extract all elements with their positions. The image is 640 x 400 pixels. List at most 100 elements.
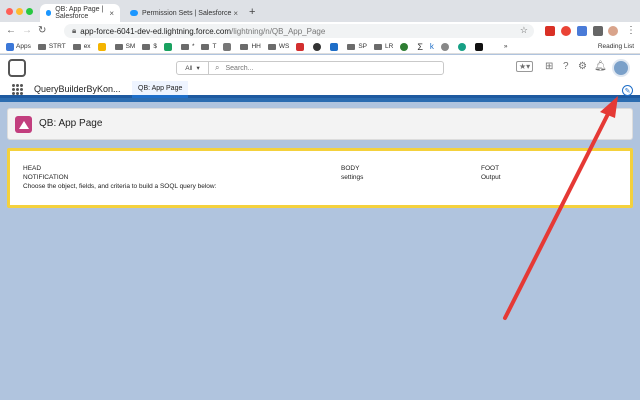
- bookmarks-bar: Apps STRT ex SM $ * T HH WS SP LR Σ k »: [0, 40, 640, 54]
- bookmark-green[interactable]: [400, 42, 410, 51]
- favorites-star-icon[interactable]: ★▾: [516, 61, 534, 72]
- close-tab-icon[interactable]: ×: [233, 9, 238, 18]
- folder-icon: [72, 43, 81, 50]
- reading-list-button[interactable]: Reading List: [598, 43, 634, 50]
- tab-title: Permission Sets | Salesforce: [142, 9, 232, 17]
- back-arrow-icon[interactable]: ←: [6, 25, 16, 36]
- triangle-icon: [18, 120, 29, 129]
- add-icon[interactable]: ⊞: [545, 61, 553, 72]
- bookmark-favicon: [457, 42, 466, 51]
- gmail-extension-icon[interactable]: [545, 26, 555, 36]
- bookmark-circle[interactable]: [313, 42, 323, 51]
- org-logo-icon[interactable]: [8, 59, 26, 77]
- bookmark-gray[interactable]: [440, 42, 451, 51]
- bookmark-ws[interactable]: WS: [267, 43, 289, 50]
- translate-extension-icon[interactable]: [577, 26, 587, 36]
- bookmark-blue[interactable]: [330, 42, 340, 51]
- extensions-puzzle-icon[interactable]: [593, 26, 603, 36]
- brand-band: [0, 98, 640, 102]
- bookmark-favicon: [296, 42, 305, 51]
- browser-tab-strip: QB: App Page | Salesforce × Permission S…: [0, 0, 640, 22]
- annotation-arrow-shaft: [503, 108, 612, 320]
- settings-label: settings: [341, 174, 364, 181]
- bookmark-red[interactable]: [296, 42, 306, 51]
- search-scope-dropdown[interactable]: All ▾: [177, 62, 209, 74]
- query-builder-card: HEAD NOTIFICATION Choose the object, fie…: [7, 148, 633, 208]
- bookmark-favicon: [97, 42, 106, 51]
- user-avatar[interactable]: [612, 59, 630, 77]
- address-bar-row: ← → ↻ 🔒︎ app-force-6041-dev-ed.lightning…: [0, 22, 640, 40]
- close-tab-icon[interactable]: ×: [109, 9, 114, 18]
- bookmark-favicon: [330, 42, 339, 51]
- notifications-bell-icon[interactable]: 🔔︎: [594, 61, 607, 72]
- help-icon[interactable]: ?: [563, 61, 569, 72]
- minimize-window-button[interactable]: [16, 8, 23, 15]
- page-title: QB: App Page: [39, 118, 103, 129]
- bookmark-yellow[interactable]: [97, 42, 108, 51]
- bookmark-favicon: [440, 42, 449, 51]
- gear-icon[interactable]: ⚙: [578, 61, 587, 72]
- salesforce-global-header: All▾ ⌕ ★▾ ⊞ ? ⚙ 🔔︎: [0, 55, 640, 81]
- url-bar[interactable]: 🔒︎ app-force-6041-dev-ed.lightning.force…: [64, 24, 534, 38]
- bookmark-favicon: [163, 42, 172, 51]
- chevron-down-icon: ▾: [196, 65, 200, 72]
- bookmark-apps[interactable]: Apps: [6, 42, 31, 51]
- folder-icon: [114, 43, 123, 50]
- head-label: HEAD: [23, 165, 42, 172]
- bookmark-lr[interactable]: LR: [374, 43, 393, 50]
- folder-icon: [201, 43, 210, 50]
- bookmark-favicon: [474, 42, 483, 51]
- bookmark-ex[interactable]: ex: [72, 43, 91, 50]
- foot-column: FOOT Output: [481, 164, 501, 182]
- bookmark-strt[interactable]: STRT: [37, 43, 66, 50]
- folder-icon: [347, 43, 356, 50]
- tab-qb-app-page[interactable]: QB: App Page: [132, 81, 189, 98]
- bookmark-favicon: [313, 42, 322, 51]
- foot-label: FOOT: [481, 165, 500, 172]
- bookmarks-overflow[interactable]: »: [504, 43, 508, 50]
- bookmark-star[interactable]: *: [180, 43, 194, 50]
- salesforce-cloud-icon: [46, 10, 52, 16]
- instruction-text: Choose the object, fields, and criteria …: [23, 183, 217, 190]
- new-tab-button[interactable]: +: [249, 6, 255, 18]
- maximize-window-button[interactable]: [26, 8, 33, 15]
- folder-icon: [142, 43, 151, 50]
- edit-page-pencil-icon[interactable]: ✎: [622, 85, 633, 96]
- folder-icon: [180, 43, 189, 50]
- abp-extension-icon[interactable]: [561, 26, 571, 36]
- apps-grid-icon: [6, 42, 14, 51]
- folder-icon: [267, 43, 276, 50]
- bookmark-sm[interactable]: SM: [114, 43, 135, 50]
- bookmark-teal[interactable]: [457, 42, 468, 51]
- bookmark-favicon: [223, 42, 232, 51]
- forward-arrow-icon[interactable]: →: [22, 25, 32, 36]
- profile-avatar-icon[interactable]: [608, 26, 618, 36]
- folder-icon: [374, 43, 382, 50]
- lock-icon: 🔒︎: [72, 26, 77, 35]
- bookmark-sigma[interactable]: Σ: [417, 42, 423, 52]
- bookmark-sp[interactable]: SP: [347, 43, 367, 50]
- bookmark-t[interactable]: T: [201, 43, 216, 50]
- folder-icon: [240, 43, 249, 50]
- bookmark-favicon: [400, 42, 409, 51]
- app-launcher-icon[interactable]: [12, 84, 23, 95]
- tab-title: QB: App Page | Salesforce: [55, 6, 104, 20]
- browser-tab-permission-sets[interactable]: Permission Sets | Salesforce ×: [124, 4, 244, 22]
- head-column: HEAD NOTIFICATION Choose the object, fie…: [23, 164, 216, 191]
- browser-menu-icon[interactable]: ⋮: [626, 25, 636, 36]
- page-icon: [15, 116, 32, 133]
- app-name: QueryBuilderByKon...: [34, 84, 121, 94]
- bookmark-star-icon[interactable]: ☆: [520, 25, 528, 36]
- bookmark-box[interactable]: [223, 42, 233, 51]
- bookmark-dark[interactable]: [474, 42, 485, 51]
- bookmark-k[interactable]: k: [430, 42, 434, 51]
- body-label: BODY: [341, 165, 360, 172]
- global-search: All ▾ ⌕: [176, 61, 444, 75]
- reload-icon[interactable]: ↻: [38, 25, 46, 36]
- bookmark-hh[interactable]: HH: [240, 43, 261, 50]
- bookmark-m[interactable]: [163, 42, 174, 51]
- close-window-button[interactable]: [6, 8, 13, 15]
- browser-tab-qb-app-page[interactable]: QB: App Page | Salesforce ×: [40, 4, 120, 22]
- search-input[interactable]: [225, 64, 426, 72]
- bookmark-dollar[interactable]: $: [142, 43, 157, 50]
